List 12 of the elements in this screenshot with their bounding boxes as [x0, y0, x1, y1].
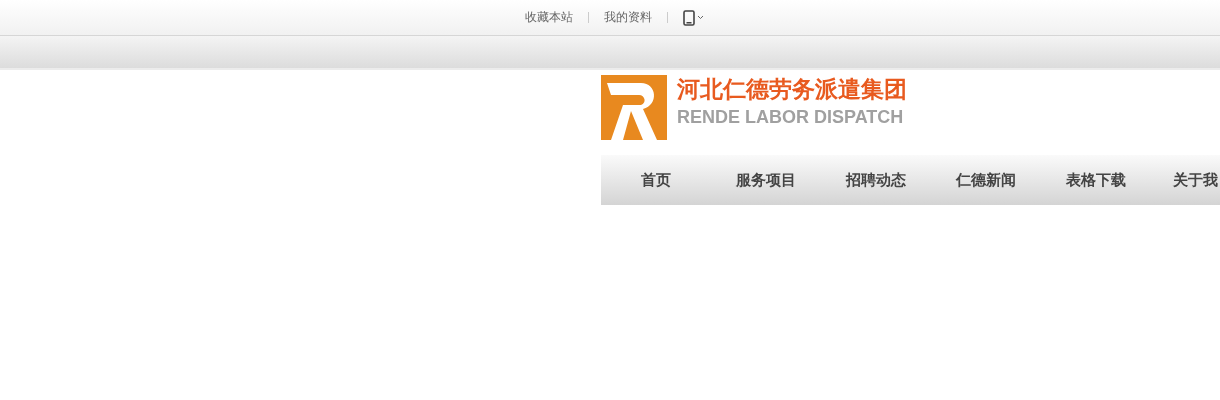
nav-item[interactable]: 服务项目	[711, 155, 821, 205]
top-link[interactable]: 收藏本站	[525, 9, 573, 26]
nav-item[interactable]: 关于我	[1151, 155, 1220, 205]
company-name: 河北仁德劳务派遣集团	[677, 75, 907, 103]
nav-item[interactable]: 首页	[601, 155, 711, 205]
nav-item[interactable]: 表格下载	[1041, 155, 1151, 205]
nav-item[interactable]: 招聘动态	[821, 155, 931, 205]
nav-item[interactable]: 仁德新闻	[931, 155, 1041, 205]
top-link[interactable]: 我的资料	[604, 9, 652, 26]
company-subtitle: RENDE LABOR DISPATCH	[677, 107, 905, 128]
mobile-menu[interactable]	[683, 9, 705, 26]
logo-icon	[601, 75, 667, 140]
